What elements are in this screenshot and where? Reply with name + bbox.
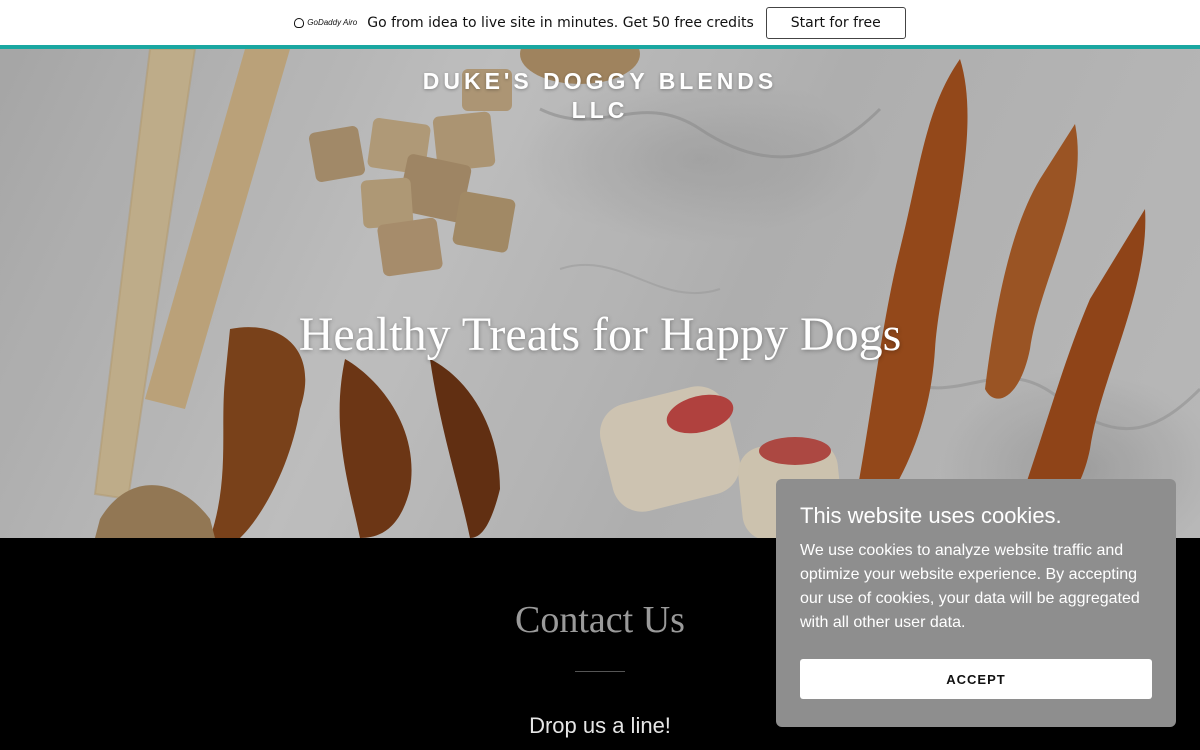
contact-divider bbox=[575, 671, 625, 672]
site-brand-name[interactable]: DUKE'S DOGGY BLENDS LLC bbox=[400, 67, 800, 125]
promo-bar: GoDaddy Airo Go from idea to live site i… bbox=[0, 0, 1200, 45]
cookie-banner-body: We use cookies to analyze website traffi… bbox=[800, 542, 1140, 631]
cookie-banner: This website uses cookies. We use cookie… bbox=[776, 479, 1176, 727]
godaddy-logo-text: GoDaddy Airo bbox=[307, 18, 358, 27]
hero-section: DUKE'S DOGGY BLENDS LLC Healthy Treats f… bbox=[0, 49, 1200, 538]
godaddy-airo-logo[interactable]: GoDaddy Airo bbox=[294, 17, 358, 28]
hero-headline: Healthy Treats for Happy Dogs bbox=[298, 308, 902, 361]
accept-cookies-button[interactable]: ACCEPT bbox=[800, 659, 1152, 699]
promo-message: Go from idea to live site in minutes. Ge… bbox=[367, 14, 754, 31]
start-for-free-button[interactable]: Start for free bbox=[765, 6, 906, 39]
godaddy-logo-icon bbox=[294, 17, 305, 28]
cookie-banner-title: This website uses cookies. bbox=[800, 503, 1062, 528]
